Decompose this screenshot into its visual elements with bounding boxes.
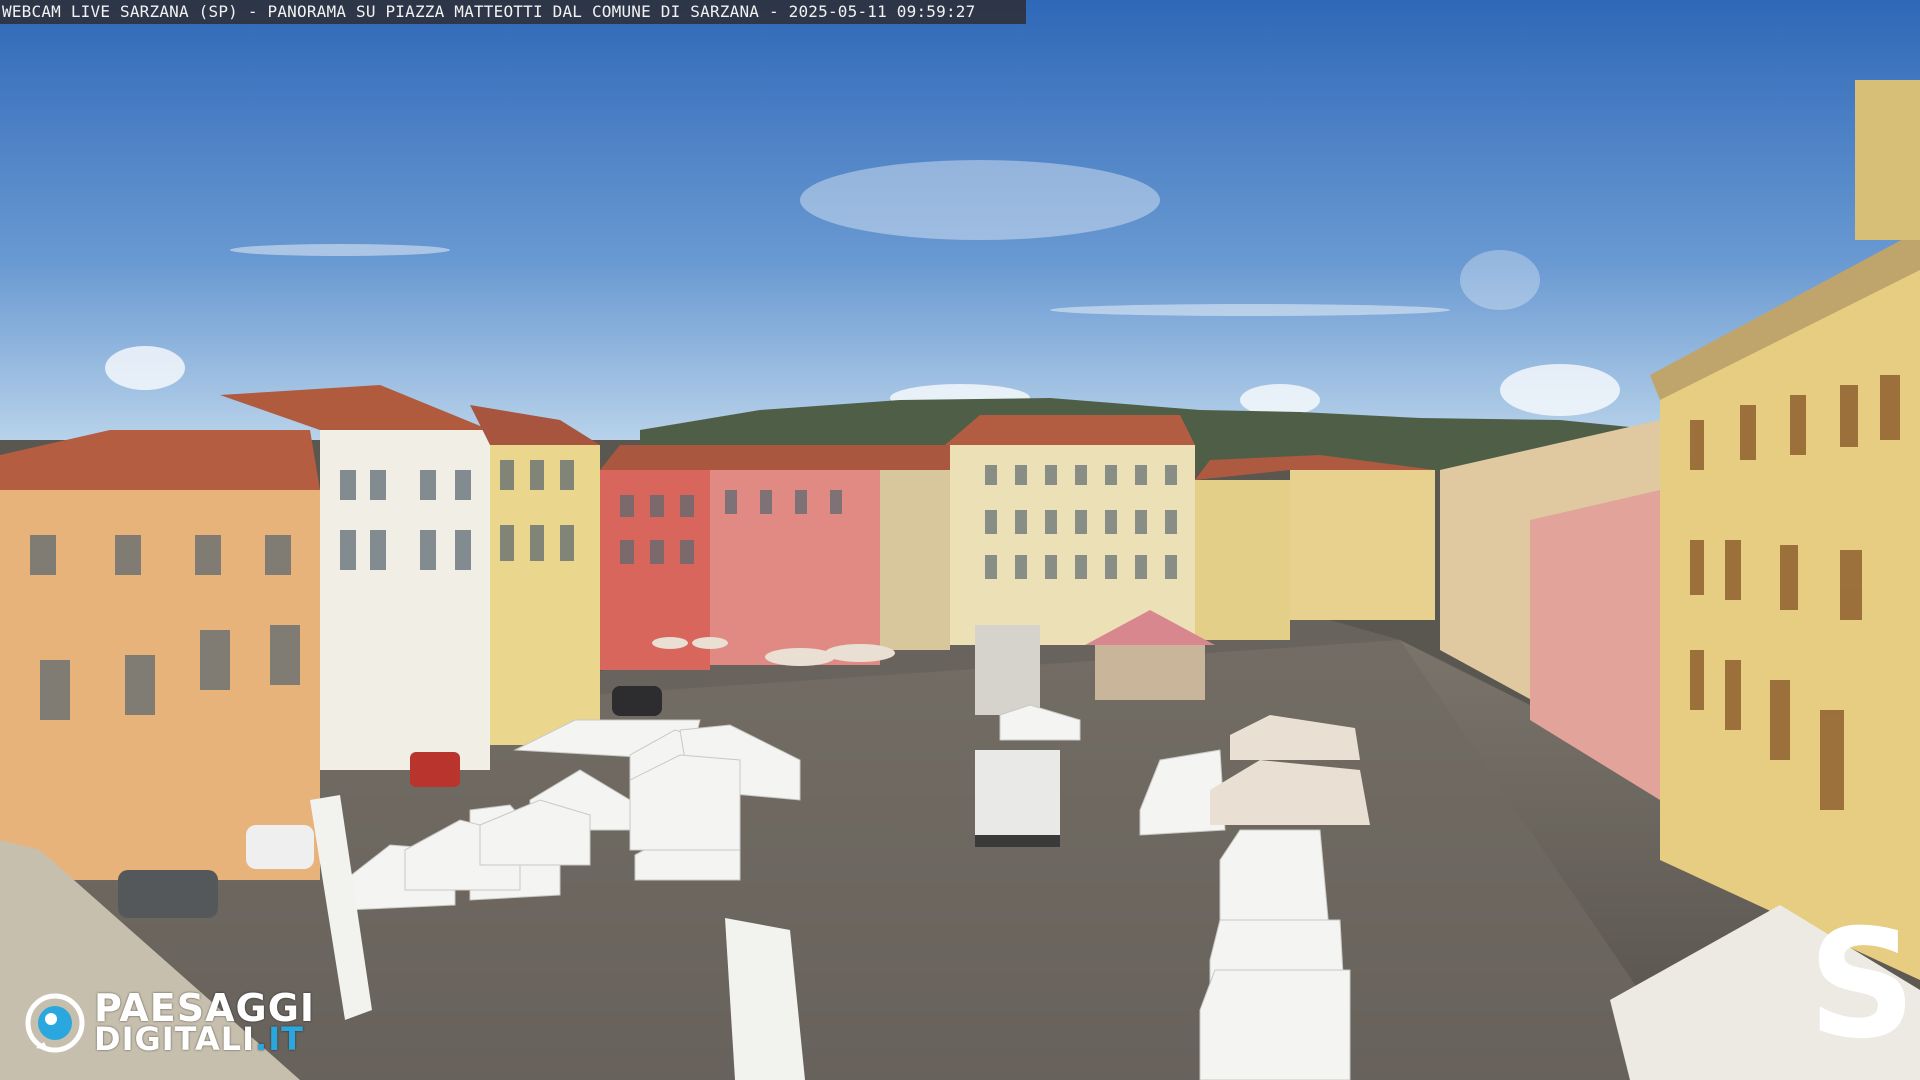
webcam-scene <box>0 0 1920 1080</box>
logo-text-digitali: DIGITALI.IT <box>94 1020 304 1058</box>
webcam-title-overlay: WEBCAM LIVE SARZANA (SP) - PANORAMA SU P… <box>0 0 1026 24</box>
sarzana-s-logo: S <box>1808 898 1917 1072</box>
monument <box>975 625 1040 715</box>
paesaggi-digitali-logo: PAESAGGI DIGITALI.IT <box>24 986 334 1058</box>
logo-suffix: .IT <box>255 1020 304 1058</box>
delivery-truck <box>975 750 1060 847</box>
camera-lens-icon <box>25 993 85 1053</box>
